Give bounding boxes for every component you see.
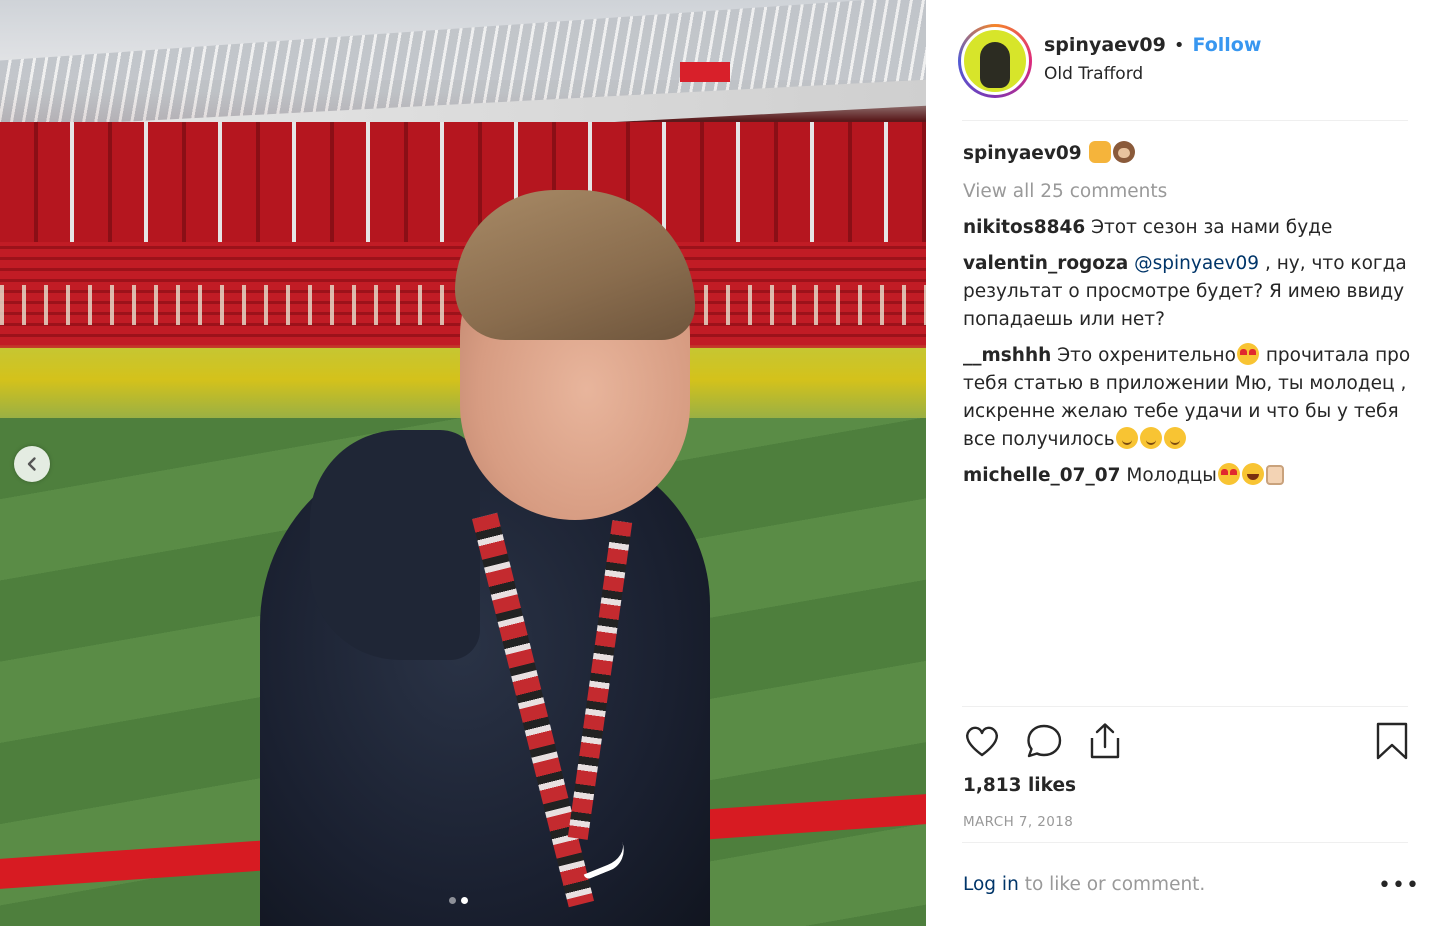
photo-hair — [455, 190, 695, 340]
post-header: spinyaev09 • Follow Old Trafford — [926, 0, 1442, 120]
comment-button[interactable] — [1025, 722, 1063, 764]
post-username[interactable]: spinyaev09 — [1044, 34, 1166, 56]
header-divider — [962, 120, 1408, 121]
likes-count[interactable]: 1,813 likes — [963, 775, 1076, 796]
speech-bubble-icon — [1027, 724, 1062, 758]
username-line: spinyaev09 • Follow — [1044, 34, 1261, 56]
post-date: MARCH 7, 2018 — [963, 814, 1074, 830]
comment-item: nikitos8846 Этот сезон за нами буде — [963, 214, 1413, 242]
like-button[interactable] — [963, 722, 1001, 764]
bookmark-icon — [1376, 722, 1408, 760]
comment-username[interactable]: valentin_rogoza — [963, 253, 1128, 274]
follow-button[interactable]: Follow — [1193, 34, 1262, 56]
carousel-dot — [449, 897, 456, 904]
avatar-image — [961, 27, 1029, 95]
heart-eyes-emoji-icon — [1236, 343, 1259, 365]
save-button[interactable] — [1375, 722, 1409, 764]
follow-separator: • — [1173, 34, 1185, 56]
post-photo[interactable] — [0, 0, 926, 926]
avatar[interactable] — [958, 24, 1032, 98]
actions-divider — [962, 706, 1408, 707]
login-prompt: Log in to like or comment. — [963, 874, 1205, 895]
carousel-dots — [449, 897, 468, 904]
comment-item: michelle_07_07 Молодцы — [963, 462, 1413, 490]
comment-text: Молодцы — [1126, 465, 1217, 486]
thumbs-up-emoji-icon — [1265, 465, 1284, 485]
share-button[interactable] — [1086, 722, 1124, 764]
monkey-emoji-icon — [1112, 141, 1135, 163]
smirk-emoji-icon — [1139, 427, 1162, 449]
comments-section: spinyaev09 View all 25 comments nikitos8… — [963, 140, 1413, 498]
comment-username[interactable]: nikitos8846 — [963, 217, 1085, 238]
comment-item: valentin_rogoza @spinyaev09 , ну, что ко… — [963, 250, 1413, 334]
post-location[interactable]: Old Trafford — [1044, 64, 1143, 84]
more-options-button[interactable]: ••• — [1378, 875, 1420, 897]
carousel-prev-button[interactable] — [14, 446, 50, 482]
footer-divider — [962, 842, 1408, 843]
share-icon — [1090, 723, 1120, 759]
comment-mention-link[interactable]: @spinyaev09 — [1134, 253, 1259, 274]
clapping-hands-emoji-icon — [1088, 141, 1111, 163]
smirk-emoji-icon — [1163, 427, 1186, 449]
carousel-dot-active — [461, 897, 468, 904]
comment-text: Это охренительно — [1057, 345, 1236, 366]
photo-person — [250, 190, 710, 926]
comment-item: __mshhh Это охренительно прочитала про т… — [963, 342, 1413, 454]
comment-text: Этот сезон за нами буде — [1091, 217, 1333, 238]
chevron-left-icon — [27, 457, 36, 471]
caption-username[interactable]: spinyaev09 — [963, 143, 1082, 164]
login-link[interactable]: Log in — [963, 874, 1019, 895]
photo-sponsor-board — [680, 62, 730, 82]
login-prompt-text: to like or comment. — [1024, 874, 1206, 895]
comment-username[interactable]: __mshhh — [963, 345, 1051, 366]
avatar-face — [980, 42, 1010, 88]
comment-username[interactable]: michelle_07_07 — [963, 465, 1121, 486]
tears-of-joy-emoji-icon — [1241, 463, 1264, 485]
post-caption: spinyaev09 — [963, 140, 1413, 168]
post-actions — [963, 722, 1409, 764]
smirk-emoji-icon — [1115, 427, 1138, 449]
post-side-panel: spinyaev09 • Follow Old Trafford spinyae… — [926, 0, 1442, 926]
view-all-comments-link[interactable]: View all 25 comments — [963, 178, 1413, 206]
heart-icon — [966, 726, 998, 757]
photo-hood — [310, 430, 480, 660]
heart-eyes-emoji-icon — [1217, 463, 1240, 485]
